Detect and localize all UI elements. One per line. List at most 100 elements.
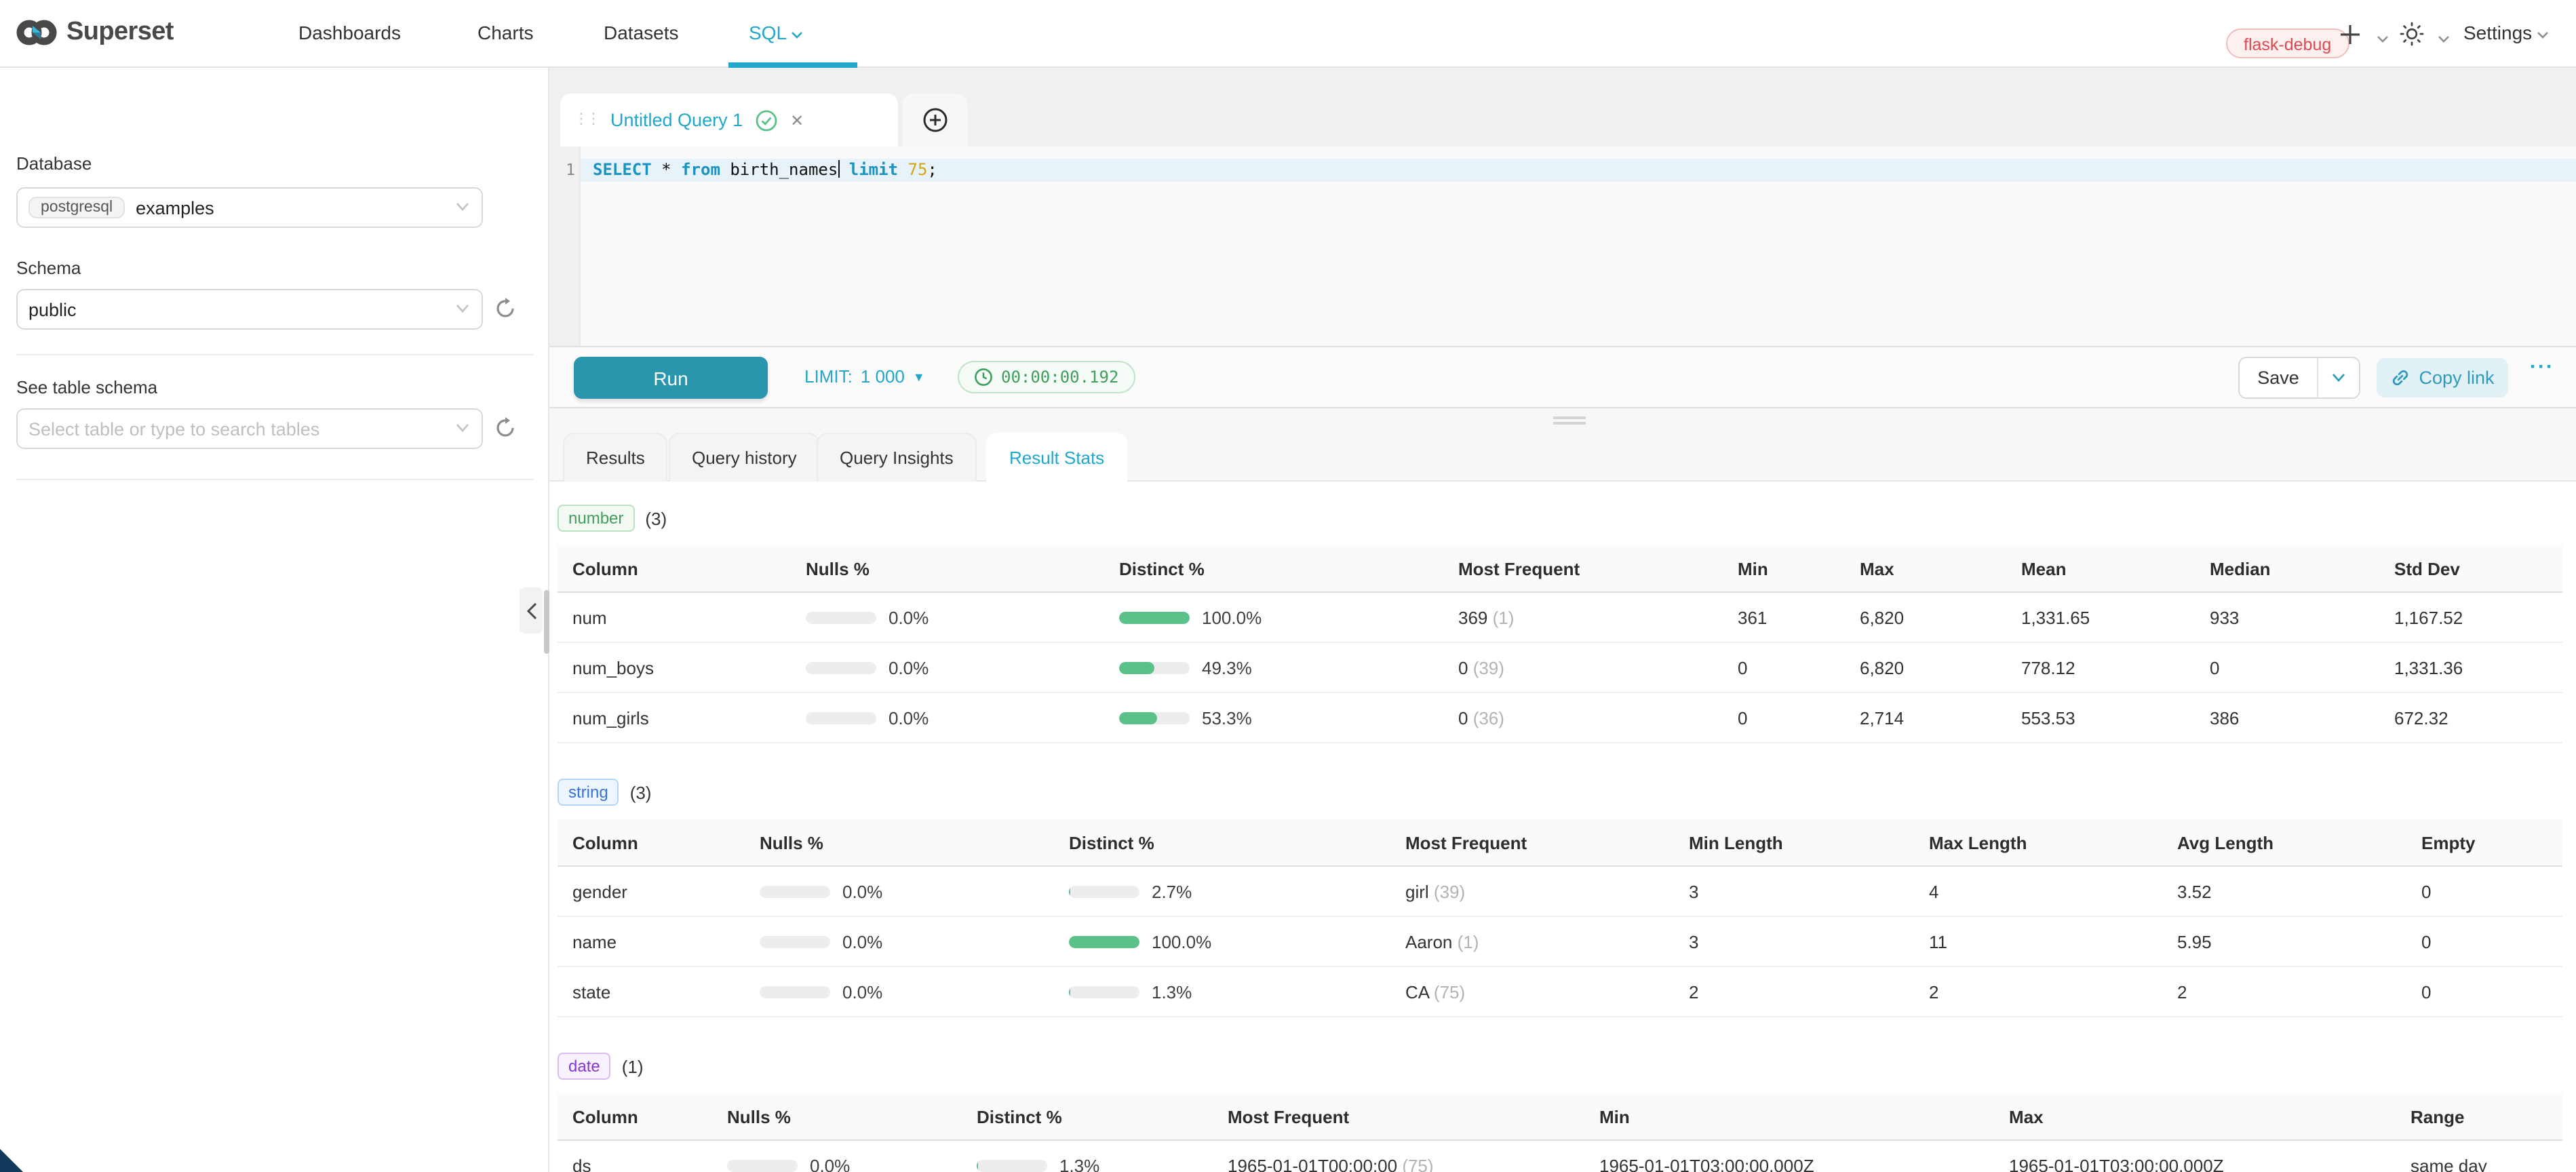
column-header: Min [1723, 545, 1845, 592]
stats-table-date: ColumnNulls %Distinct %Most FrequentMinM… [558, 1093, 2562, 1172]
most-frequent-count: (1) [1487, 607, 1514, 627]
column-header: Nulls % [712, 1093, 962, 1140]
sql-code-editor[interactable]: 1 SELECT * from birth_names limit 75; [549, 146, 2576, 346]
superset-infinity-icon [16, 14, 57, 52]
chevron-down-icon [456, 423, 469, 433]
chevron-down-icon [456, 202, 469, 212]
most-frequent-count: (36) [1468, 707, 1504, 728]
superset-logo[interactable]: Superset [16, 14, 174, 52]
more-actions-button[interactable]: ··· [2530, 355, 2554, 378]
mouse-cursor-artifact [0, 1149, 23, 1172]
cell-value: same day [2396, 1140, 2562, 1172]
run-query-button[interactable]: Run [574, 357, 768, 399]
most-frequent-count: (75) [1429, 981, 1465, 1002]
column-header: Median [2195, 545, 2379, 592]
close-tab-icon[interactable]: ✕ [790, 111, 804, 130]
cell-value: 933 [2195, 592, 2379, 642]
results-tab-result-stats[interactable]: Result Stats [986, 433, 1127, 483]
table-select-placeholder: Select table or type to search tables [28, 418, 319, 439]
drag-handle-icon[interactable]: ⋮⋮ [574, 113, 598, 128]
column-header: Empty [2406, 819, 2562, 866]
save-options-caret[interactable] [2317, 358, 2359, 397]
table-row: num_boys0.0%49.3%0 (39)06,820778.1201,33… [558, 642, 2562, 692]
nulls-pct-label: 0.0% [842, 882, 882, 902]
stats-section-string: string(3)ColumnNulls %Distinct %Most Fre… [558, 779, 2562, 1017]
collapse-sidebar-button[interactable] [520, 587, 543, 633]
most-frequent-count: (1) [1452, 931, 1479, 952]
pane-splitter[interactable] [549, 408, 2576, 431]
database-select[interactable]: postgresql examples [16, 187, 483, 228]
type-tag-string: string [558, 779, 619, 806]
most-frequent-value: Aaron [1405, 931, 1452, 952]
cell-value: 3.52 [2162, 866, 2406, 916]
save-button[interactable]: Save [2240, 358, 2317, 397]
nav-item-datasets[interactable]: Datasets [604, 0, 679, 66]
distinct-progress-bar [1069, 986, 1139, 998]
distinct-progress-bar [1069, 886, 1139, 898]
chevron-down-icon[interactable] [2368, 26, 2396, 53]
refresh-schemas-icon[interactable] [494, 297, 518, 321]
brand-name: Superset [66, 18, 174, 47]
plus-circle-icon [922, 107, 948, 133]
plus-icon[interactable] [2336, 20, 2363, 47]
cell-value: 3 [1674, 916, 1914, 966]
cell-distinct-pct: 53.3% [1104, 692, 1443, 743]
cell-value: 1965-01-01T03:00:00.000Z [1584, 1140, 1994, 1172]
settings-menu[interactable]: Settings [2463, 0, 2550, 66]
cell-nulls-pct: 0.0% [791, 692, 1104, 743]
query-success-check-icon [755, 109, 777, 131]
cell-value: 2 [2162, 966, 2406, 1017]
distinct-pct-label: 53.3% [1202, 708, 1252, 728]
copy-link-button[interactable]: Copy link [2377, 358, 2508, 397]
cell-nulls-pct: 0.0% [712, 1140, 962, 1172]
code-token: SELECT [593, 160, 652, 179]
cell-most-frequent: CA (75) [1390, 966, 1674, 1017]
column-header: Min [1584, 1093, 1994, 1140]
chevron-down-icon[interactable] [2429, 26, 2457, 53]
nulls-progress-bar [727, 1160, 798, 1172]
cell-value: 4 [1914, 866, 2162, 916]
nav-item-dashboards[interactable]: Dashboards [298, 0, 401, 66]
table-row: state0.0%1.3%CA (75)2220 [558, 966, 2562, 1017]
column-header: Column [558, 545, 791, 592]
cell-value: 6,820 [1845, 592, 2006, 642]
nulls-pct-label: 0.0% [889, 708, 929, 728]
elapsed-time: 00:00:00.192 [1001, 368, 1118, 387]
cell-value: 361 [1723, 592, 1845, 642]
code-token [839, 160, 848, 179]
schema-select[interactable]: public [16, 289, 483, 330]
table-select[interactable]: Select table or type to search tables [16, 408, 483, 449]
limit-value: 1 000 [861, 366, 905, 387]
cell-value: 2 [1674, 966, 1914, 1017]
clock-icon [974, 368, 993, 387]
nav-item-charts[interactable]: Charts [477, 0, 533, 66]
scrollbar-thumb[interactable] [544, 590, 549, 654]
results-tab-query-insights[interactable]: Query Insights [817, 433, 977, 482]
sql-statement: SELECT * from birth_names limit 75; [593, 160, 937, 179]
nav-item-sql[interactable]: SQL [749, 0, 804, 66]
nulls-pct-label: 0.0% [889, 608, 929, 628]
database-value: examples [136, 197, 214, 218]
theme-sun-icon[interactable] [2398, 20, 2425, 47]
limit-dropdown[interactable]: LIMIT: 1 000 ▼ [804, 366, 925, 387]
chevron-down-icon [2332, 373, 2345, 383]
distinct-progress-bar [1119, 712, 1190, 724]
results-tab-query-history[interactable]: Query history [669, 433, 820, 482]
nulls-pct-label: 0.0% [889, 658, 929, 678]
most-frequent-value: 0 [1458, 657, 1468, 678]
add-query-tab-button[interactable] [902, 94, 967, 146]
column-header: Max [1845, 545, 2006, 592]
refresh-tables-icon[interactable] [494, 416, 518, 441]
nulls-progress-bar [806, 612, 876, 624]
results-tab-results[interactable]: Results [563, 433, 668, 482]
distinct-pct-label: 100.0% [1152, 932, 1211, 952]
stats-table-string: ColumnNulls %Distinct %Most FrequentMin … [558, 819, 2562, 1017]
distinct-pct-label: 1.3% [1152, 982, 1192, 1002]
query-tab[interactable]: ⋮⋮ Untitled Query 1 ✕ [560, 94, 898, 146]
chevron-down-icon [456, 304, 469, 313]
save-split-button[interactable]: Save [2238, 357, 2360, 399]
column-header: Max Length [1914, 819, 2162, 866]
most-frequent-count: (75) [1397, 1155, 1433, 1172]
top-navbar: Superset Dashboards Charts Datasets SQL … [0, 0, 2576, 68]
cell-distinct-pct: 1.3% [962, 1140, 1213, 1172]
